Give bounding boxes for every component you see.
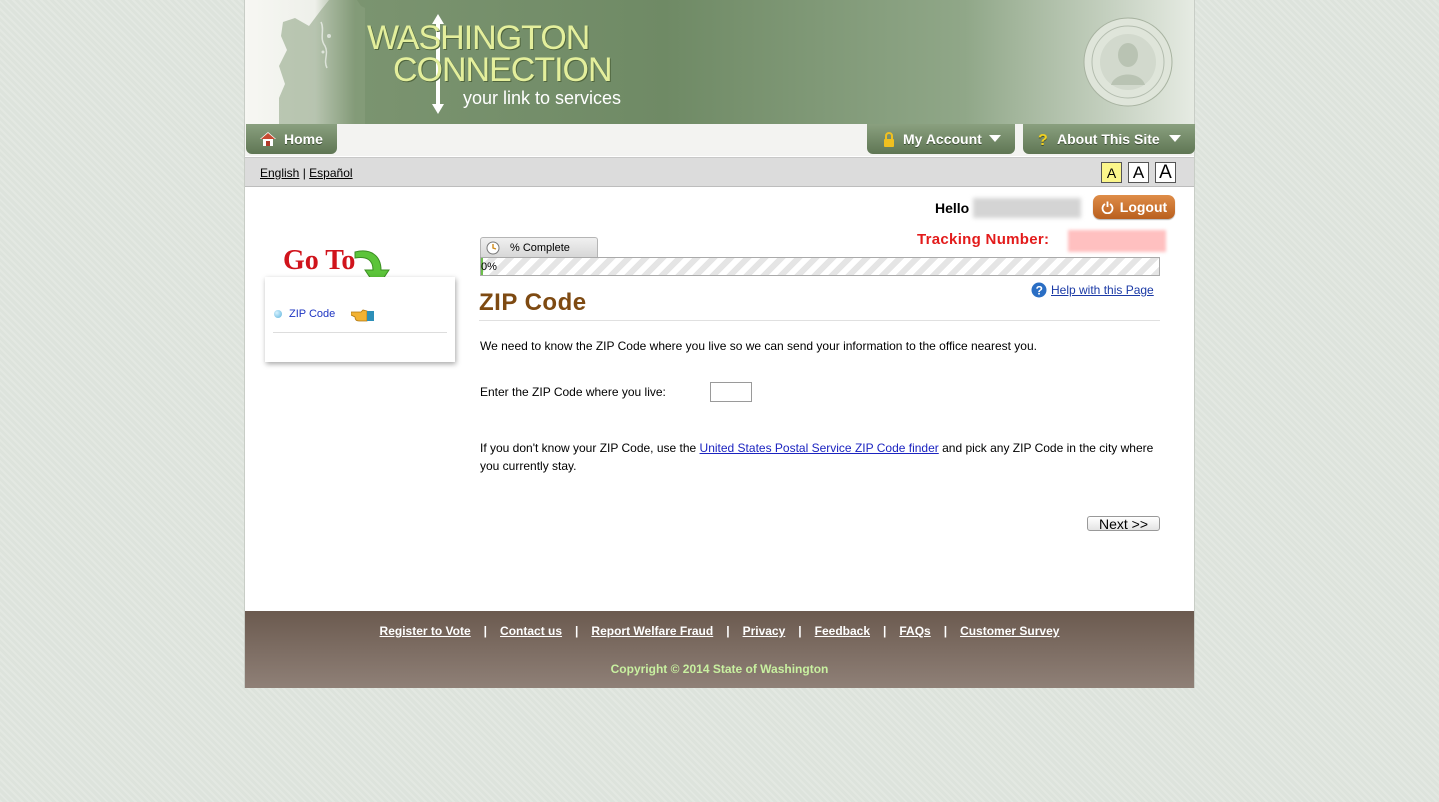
- footer-link-feedback[interactable]: Feedback: [815, 624, 870, 638]
- washington-state-map-icon: [279, 0, 365, 124]
- state-seal-icon: [1083, 17, 1173, 107]
- nav-about-button[interactable]: ? About This Site: [1023, 124, 1195, 154]
- tracking-number-redacted: [1068, 230, 1166, 252]
- progress-tab: % Complete: [480, 237, 598, 258]
- chevron-down-icon: [1169, 135, 1181, 143]
- footer: Register to Vote | Contact us | Report W…: [245, 611, 1194, 688]
- note-text-before: If you don't know your ZIP Code, use the: [480, 441, 700, 455]
- goto-panel: ZIP Code: [265, 277, 455, 362]
- help-link[interactable]: ? Help with this Page: [1031, 282, 1154, 298]
- lock-icon: [883, 131, 895, 147]
- progress-percent-text: 0%: [481, 261, 497, 273]
- logo-line-1: WASHINGTON: [367, 19, 590, 57]
- footer-separator: |: [575, 624, 579, 638]
- logo-line-2: CONNECTION: [393, 51, 613, 89]
- svg-text:?: ?: [1038, 132, 1048, 147]
- footer-separator: |: [883, 624, 887, 638]
- chevron-down-icon: [989, 135, 1001, 143]
- footer-link-customer-survey[interactable]: Customer Survey: [960, 624, 1059, 638]
- bullet-icon: [274, 310, 282, 318]
- footer-link-faqs[interactable]: FAQs: [899, 624, 930, 638]
- progress-tab-label: % Complete: [510, 242, 570, 254]
- footer-separator: |: [726, 624, 730, 638]
- svg-text:?: ?: [1036, 284, 1043, 298]
- nav-home-button[interactable]: Home: [246, 124, 337, 154]
- copyright: Copyright © 2014 State of Washington: [610, 662, 829, 676]
- language-english-link[interactable]: English: [260, 166, 299, 180]
- help-link-label: Help with this Page: [1051, 283, 1154, 297]
- nav-home-label: Home: [284, 131, 323, 147]
- footer-separator: |: [943, 624, 948, 638]
- goto-divider: [273, 332, 447, 333]
- logo[interactable]: WASHINGTON CONNECTION your link to servi…: [367, 19, 622, 109]
- zip-finder-note: If you don't know your ZIP Code, use the…: [480, 439, 1170, 475]
- greeting: Hello: [935, 200, 970, 216]
- progress-bar: 0%: [480, 257, 1160, 276]
- page-title: ZIP Code: [479, 289, 587, 316]
- zip-code-input[interactable]: [710, 382, 752, 402]
- footer-link-privacy[interactable]: Privacy: [743, 624, 786, 638]
- main-nav: Home My Account ? About This Site: [245, 124, 1195, 156]
- title-divider: [479, 320, 1160, 321]
- logout-label: Logout: [1119, 199, 1168, 215]
- language-bar: English | Español A A A: [245, 157, 1194, 187]
- power-icon: [1101, 201, 1114, 214]
- language-spanish-link[interactable]: Español: [309, 166, 352, 180]
- help-circle-icon: ?: [1031, 282, 1047, 298]
- footer-separator: |: [798, 624, 802, 638]
- clock-icon: [486, 241, 500, 255]
- header-banner: WASHINGTON CONNECTION your link to servi…: [245, 0, 1194, 124]
- logout-button[interactable]: Logout: [1093, 195, 1175, 219]
- pointing-hand-icon: [351, 309, 374, 322]
- nav-about-label: About This Site: [1057, 131, 1160, 147]
- tracking-number-label: Tracking Number:: [917, 231, 1050, 248]
- font-size-medium-button[interactable]: A: [1128, 162, 1149, 183]
- footer-separator: |: [483, 624, 488, 638]
- footer-link-register-to-vote[interactable]: Register to Vote: [380, 624, 471, 638]
- footer-links: Register to Vote | Contact us | Report W…: [245, 624, 1194, 638]
- footer-link-report-welfare-fraud[interactable]: Report Welfare Fraud: [591, 624, 713, 638]
- nav-my-account-label: My Account: [903, 131, 982, 147]
- goto-item-zip-code[interactable]: ZIP Code: [274, 308, 335, 320]
- user-name-redacted: [973, 198, 1081, 218]
- next-button[interactable]: Next >>: [1087, 516, 1160, 532]
- language-switcher: English | Español: [260, 166, 353, 180]
- question-icon: ?: [1037, 131, 1049, 147]
- zip-code-label: Enter the ZIP Code where you live:: [480, 385, 666, 399]
- language-separator: |: [302, 166, 306, 180]
- footer-link-contact-us[interactable]: Contact us: [500, 624, 562, 638]
- font-size-small-button[interactable]: A: [1101, 162, 1122, 183]
- page-frame: WASHINGTON CONNECTION your link to servi…: [244, 0, 1195, 688]
- logo-tagline: your link to services: [463, 88, 622, 108]
- nav-my-account-button[interactable]: My Account: [867, 124, 1015, 154]
- usps-zip-finder-link[interactable]: United States Postal Service ZIP Code fi…: [700, 441, 939, 455]
- page-description: We need to know the ZIP Code where you l…: [480, 339, 1037, 353]
- goto-item-label: ZIP Code: [289, 308, 336, 320]
- house-icon: [260, 132, 276, 146]
- font-size-large-button[interactable]: A: [1155, 162, 1176, 183]
- goto-heading: Go To: [283, 245, 356, 276]
